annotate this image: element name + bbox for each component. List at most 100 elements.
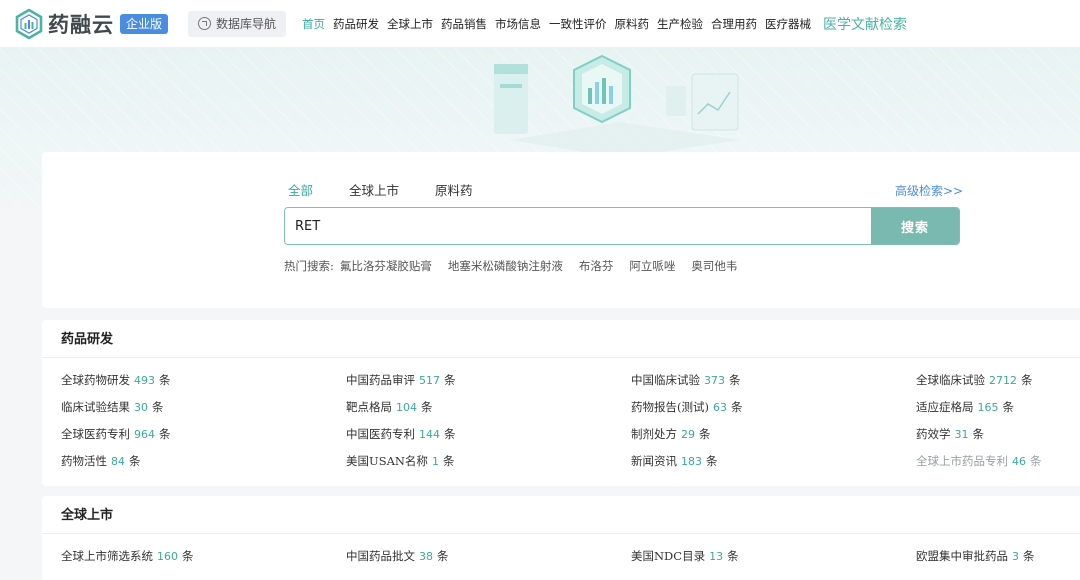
nav-item-drug-sales[interactable]: 药品销售: [441, 16, 487, 32]
result-item-label: 制剂处方: [631, 427, 677, 441]
result-item-label: 中国药品审评: [346, 373, 415, 387]
result-item[interactable]: 药物报告(测试) 63 条: [631, 399, 742, 415]
result-unit: 条: [729, 373, 741, 387]
nav-item-api[interactable]: 原料药: [615, 16, 650, 32]
section-global-launch: 全球上市 全球上市筛选系统 160 条 中国药品批文 38 条 美国NDC目录 13 条 欧…: [42, 496, 1080, 580]
compass-icon: [198, 17, 212, 30]
result-unit: 条: [1002, 400, 1015, 414]
result-item[interactable]: 中国临床试验 373 条: [631, 372, 741, 388]
result-count: 165: [977, 401, 999, 414]
hot-search-term[interactable]: 阿立哌唑: [629, 258, 675, 274]
result-unit: 条: [730, 400, 743, 414]
result-item-label: 全球药物研发: [61, 373, 130, 387]
result-item-label: 药物报告(测试): [631, 400, 709, 414]
search-button[interactable]: 搜索: [871, 208, 959, 244]
result-item-label: 中国药品批文: [346, 549, 415, 563]
result-item-label: 靶点格局: [346, 400, 392, 414]
result-item[interactable]: 全球上市筛选系统 160 条: [61, 548, 194, 564]
hot-search-term[interactable]: 布洛芬: [579, 258, 614, 274]
result-item-label: 全球临床试验: [916, 373, 985, 387]
result-item[interactable]: 靶点格局 104 条: [346, 399, 433, 415]
result-count: 13: [709, 550, 724, 563]
result-item-label: 美国USAN名称: [346, 454, 428, 468]
nav-item-consistency-evaluation[interactable]: 一致性评价: [549, 16, 607, 32]
result-item[interactable]: 欧盟集中审批药品 3 条: [916, 548, 1035, 564]
database-navigation-label: 数据库导航: [216, 17, 277, 31]
result-unit: 条: [1021, 373, 1033, 387]
nav-item-drug-rd[interactable]: 药品研发: [333, 16, 379, 32]
result-item[interactable]: 全球医药专利 964 条: [61, 426, 171, 442]
result-item[interactable]: 美国NDC目录 13 条: [631, 548, 739, 564]
result-item-label: 美国NDC目录: [631, 549, 706, 563]
top-navigation-bar: 药融云 企业版 数据库导航 首页 药品研发 全球上市 药品销售 市场信息 一致性…: [0, 0, 1080, 48]
result-item[interactable]: 新闻资讯 183 条: [631, 453, 718, 469]
result-count: 160: [157, 550, 178, 563]
result-count: 38: [419, 550, 433, 563]
result-count: 964: [134, 428, 155, 441]
search-scope-tabs: 全部 全球上市 原料药: [288, 180, 509, 199]
result-count: 493: [134, 374, 155, 387]
nav-item-global-launch[interactable]: 全球上市: [387, 16, 433, 32]
result-item-label: 药效学: [916, 427, 951, 441]
result-count: 373: [704, 374, 725, 387]
result-item-label: 新闻资讯: [631, 454, 677, 468]
main-menu: 首页 药品研发 全球上市 药品销售 市场信息 一致性评价 原料药 生产检验 合理…: [302, 14, 907, 34]
result-item-label: 适应症格局: [916, 400, 974, 414]
result-unit: 条: [152, 400, 164, 414]
result-count: 29: [681, 428, 695, 441]
result-item-label: 全球上市筛选系统: [61, 549, 153, 563]
result-unit: 条: [444, 427, 456, 441]
result-item[interactable]: 适应症格局 165 条: [916, 399, 1014, 415]
result-unit: 条: [1030, 454, 1042, 468]
result-item[interactable]: 中国药品审评 517 条: [346, 372, 456, 388]
result-unit: 条: [182, 549, 194, 563]
search-input[interactable]: [285, 208, 871, 244]
hot-search-term[interactable]: 奥司他韦: [691, 258, 737, 274]
search-tab-api[interactable]: 原料药: [435, 180, 473, 199]
search-tab-global-launch[interactable]: 全球上市: [349, 180, 399, 199]
result-item[interactable]: 美国USAN名称 1 条: [346, 453, 454, 469]
result-count: 183: [681, 455, 702, 468]
result-item-label: 临床试验结果: [61, 400, 130, 414]
database-navigation-button[interactable]: 数据库导航: [188, 10, 287, 37]
search-tab-all[interactable]: 全部: [288, 180, 313, 199]
result-unit: 条: [444, 373, 456, 387]
logo[interactable]: 药融云 企业版: [14, 7, 169, 40]
nav-item-literature-search[interactable]: 医学文献检索: [823, 14, 907, 34]
result-unit: 条: [421, 400, 433, 414]
section-title: 药品研发: [42, 320, 1080, 358]
result-item[interactable]: 中国药品批文 38 条: [346, 548, 449, 564]
result-count: 46: [1012, 455, 1026, 468]
nav-item-rational-drug-use[interactable]: 合理用药: [711, 16, 757, 32]
result-count: 1: [431, 455, 439, 468]
result-unit: 条: [437, 549, 449, 563]
result-item[interactable]: 中国医药专利 144 条: [346, 426, 456, 442]
nav-item-production-inspection[interactable]: 生产检验: [657, 16, 703, 32]
logo-text: 药融云: [48, 12, 114, 37]
result-item-label: 欧盟集中审批药品: [916, 549, 1008, 563]
hot-search-term[interactable]: 地塞米松磷酸钠注射液: [448, 258, 563, 274]
result-count: 2712: [989, 374, 1017, 387]
result-item[interactable]: 制剂处方 29 条: [631, 426, 711, 442]
section-drug-rd: 药品研发 全球药物研发 493 条 中国药品审评 517 条 中国临床试验 373 条 全球…: [42, 320, 1080, 486]
result-item[interactable]: 药效学 31 条: [916, 426, 984, 442]
nav-item-home[interactable]: 首页: [302, 16, 325, 32]
nav-item-market-info[interactable]: 市场信息: [495, 16, 541, 32]
nav-item-medical-devices[interactable]: 医疗器械: [765, 16, 811, 32]
result-unit: 条: [442, 454, 455, 468]
logo-icon: [14, 7, 44, 40]
result-item[interactable]: 临床试验结果 30 条: [61, 399, 164, 415]
result-item-label: 中国医药专利: [346, 427, 415, 441]
search-card: 全部 全球上市 原料药 高级检索>> 搜索 热门搜索: 氟比洛芬凝胶贴膏 地塞米…: [42, 152, 1080, 308]
result-item[interactable]: 药物活性 84 条: [61, 453, 141, 469]
advanced-search-link[interactable]: 高级检索>>: [895, 182, 963, 199]
result-unit: 条: [727, 549, 739, 563]
result-unit: 条: [706, 454, 718, 468]
result-unit: 条: [159, 373, 171, 387]
result-item[interactable]: 全球上市药品专利 46 条: [916, 453, 1042, 469]
result-count: 144: [419, 428, 440, 441]
result-item[interactable]: 全球临床试验 2712 条: [916, 372, 1033, 388]
result-count: 31: [954, 428, 969, 441]
result-item[interactable]: 全球药物研发 493 条: [61, 372, 171, 388]
hot-search-term[interactable]: 氟比洛芬凝胶贴膏: [340, 258, 432, 274]
